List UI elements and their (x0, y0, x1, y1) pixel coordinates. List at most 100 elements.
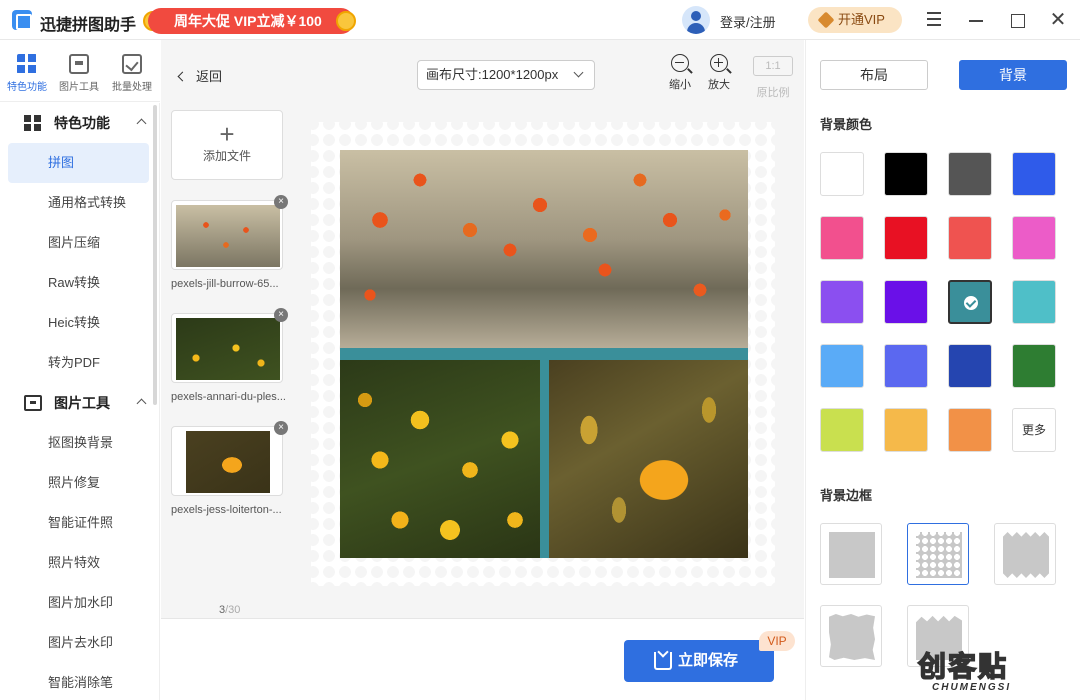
sidebar-item-compress[interactable]: 图片压缩 (0, 223, 159, 263)
sidebar-item-eraser[interactable]: 智能消除笔 (0, 663, 159, 700)
vip-badge: VIP (759, 631, 795, 651)
open-vip-label: 开通VIP (838, 12, 885, 27)
thumbnail-image (186, 431, 270, 493)
section-feature-title: 特色功能 (54, 115, 110, 131)
promo-banner[interactable]: 周年大促 VIP立减￥100 (148, 8, 354, 34)
file-thumbnail[interactable]: × (171, 421, 288, 496)
tab-background[interactable]: 背景 (959, 60, 1067, 90)
border-option-stamp[interactable] (907, 523, 969, 585)
function-rail: 特色功能 图片工具 批量处理 (0, 40, 160, 102)
plus-icon: + (219, 119, 235, 149)
save-bar: 立即保存 VIP (161, 618, 804, 700)
sidebar-item-remove-watermark[interactable]: 图片去水印 (0, 623, 159, 663)
login-register-link[interactable]: 登录/注册 (720, 12, 776, 31)
remove-file-icon[interactable]: × (274, 308, 288, 322)
collage-image-roses[interactable] (340, 150, 748, 348)
color-swatch[interactable] (948, 216, 992, 260)
app-title: 迅捷拼图助手 (40, 17, 137, 34)
sidebar: 特色功能 拼图 通用格式转换 图片压缩 Raw转换 Heic转换 转为PDF 图… (0, 103, 160, 700)
app-logo-icon (12, 10, 32, 30)
sidebar-item-id-photo[interactable]: 智能证件照 (0, 503, 159, 543)
ratio-box: 1:1 (753, 56, 793, 76)
open-vip-button[interactable]: 开通VIP (808, 7, 902, 33)
remove-file-icon[interactable]: × (274, 195, 288, 209)
rail-feature-label: 特色功能 (7, 82, 47, 93)
color-swatch[interactable] (1012, 216, 1056, 260)
color-swatch[interactable] (884, 408, 928, 452)
color-swatch[interactable] (1012, 344, 1056, 388)
back-button[interactable]: 返回 (177, 66, 223, 85)
bg-color-title: 背景颜色 (820, 117, 873, 132)
section-feature[interactable]: 特色功能 (0, 103, 159, 143)
minimize-icon[interactable] (964, 8, 988, 32)
zoom-in-label: 放大 (708, 79, 730, 91)
more-colors-button[interactable]: 更多 (1012, 408, 1056, 452)
sidebar-item-raw[interactable]: Raw转换 (0, 263, 159, 303)
back-label: 返回 (196, 69, 223, 84)
sidebar-item-pdf[interactable]: 转为PDF (0, 343, 159, 383)
color-swatch[interactable] (820, 152, 864, 196)
sidebar-item-add-watermark[interactable]: 图片加水印 (0, 583, 159, 623)
add-file-button[interactable]: + 添加文件 (171, 110, 283, 180)
sidebar-item-collage[interactable]: 拼图 (8, 143, 149, 183)
add-file-label: 添加文件 (202, 149, 251, 163)
rail-image-tool[interactable]: 图片工具 (54, 54, 104, 93)
tab-layout[interactable]: 布局 (820, 60, 928, 90)
ratio-label: 原比例 (756, 87, 790, 99)
canvas-size-select[interactable]: 画布尺寸:1200*1200px (417, 60, 595, 90)
border-option-torn[interactable] (820, 605, 882, 667)
sidebar-item-photo-effect[interactable]: 照片特效 (0, 543, 159, 583)
title-bar: 迅捷拼图助手 周年大促 VIP立减￥100 登录/注册 开通VIP ✕ (0, 0, 1080, 40)
close-icon[interactable]: ✕ (1046, 8, 1070, 32)
maximize-icon[interactable] (1005, 8, 1029, 32)
remove-file-icon[interactable]: × (274, 421, 288, 435)
color-swatch[interactable] (948, 280, 992, 324)
color-swatch[interactable] (820, 408, 864, 452)
image-tool-icon (69, 54, 89, 74)
file-name: pexels-jill-burrow-65... (171, 278, 279, 290)
thumbnail-image (176, 205, 280, 267)
border-option-zigzag[interactable] (994, 523, 1056, 585)
zoom-in-button[interactable]: 放大 (702, 54, 736, 92)
color-swatch[interactable] (820, 280, 864, 324)
section-image-tool-title: 图片工具 (54, 395, 110, 411)
user-avatar-icon[interactable] (682, 6, 710, 34)
rail-batch[interactable]: 批量处理 (107, 54, 157, 93)
sidebar-item-heic[interactable]: Heic转换 (0, 303, 159, 343)
feature-grid-icon (24, 115, 42, 131)
bg-border-title: 背景边框 (820, 488, 873, 503)
section-image-tool[interactable]: 图片工具 (0, 383, 159, 423)
file-thumbnail[interactable]: × (171, 308, 288, 383)
watermark-main: 创客贴 (917, 649, 1009, 684)
color-swatch[interactable] (1012, 280, 1056, 324)
rail-feature[interactable]: 特色功能 (2, 54, 52, 93)
border-option-plain[interactable] (820, 523, 882, 585)
zoom-out-button[interactable]: 缩小 (663, 54, 697, 92)
chevron-up-icon (136, 118, 147, 129)
sidebar-item-cutout[interactable]: 抠图换背景 (0, 423, 159, 463)
color-swatch[interactable] (884, 152, 928, 196)
sidebar-scrollbar[interactable] (153, 105, 157, 405)
sidebar-item-format-convert[interactable]: 通用格式转换 (0, 183, 159, 223)
file-thumbnail[interactable]: × (171, 195, 288, 270)
original-ratio-button[interactable]: 1:1 原比例 (753, 56, 793, 100)
vip-diamond-icon (817, 11, 835, 29)
color-swatch[interactable] (820, 344, 864, 388)
color-swatch[interactable] (948, 344, 992, 388)
color-swatch[interactable] (1012, 152, 1056, 196)
menu-icon[interactable] (922, 8, 946, 32)
collage-image-lily[interactable] (549, 360, 748, 558)
image-tool-icon (24, 395, 42, 411)
rail-batch-label: 批量处理 (112, 82, 152, 93)
chevron-up-icon (136, 398, 147, 409)
color-swatch[interactable] (884, 344, 928, 388)
sidebar-item-photo-repair[interactable]: 照片修复 (0, 463, 159, 503)
color-swatch[interactable] (820, 216, 864, 260)
collage-image-daisies[interactable] (340, 360, 540, 558)
save-now-button[interactable]: 立即保存 (624, 640, 774, 682)
color-swatch[interactable] (884, 280, 928, 324)
check-icon (964, 296, 978, 310)
color-swatch[interactable] (884, 216, 928, 260)
color-swatch[interactable] (948, 408, 992, 452)
color-swatch[interactable] (948, 152, 992, 196)
